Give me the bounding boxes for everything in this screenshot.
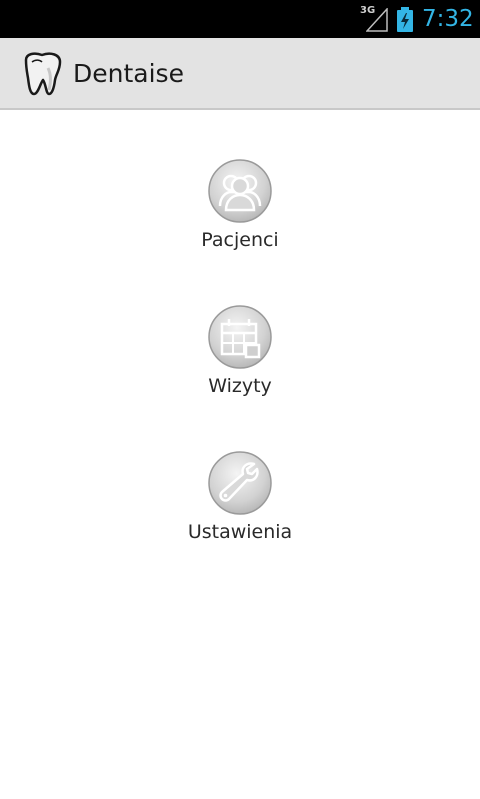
- network-indicator: 3G: [360, 6, 390, 32]
- battery-charging-icon: [397, 7, 413, 32]
- signal-strength-icon: [366, 8, 388, 32]
- action-bar: Dentaise: [0, 38, 480, 110]
- clock: 7:32: [422, 6, 474, 32]
- menu-item-label: Ustawienia: [187, 521, 293, 543]
- calendar-icon: [208, 305, 272, 369]
- tooth-icon[interactable]: [18, 50, 66, 98]
- menu-item-settings[interactable]: Ustawienia: [140, 450, 340, 560]
- wrench-icon: [208, 451, 272, 515]
- app-title: Dentaise: [73, 59, 184, 88]
- menu-item-visits[interactable]: Wizyty: [140, 304, 340, 414]
- menu-item-patients[interactable]: Pacjenci: [140, 158, 340, 268]
- status-bar: 3G 7:32: [0, 0, 480, 38]
- menu-item-label: Wizyty: [208, 375, 272, 397]
- menu-item-label: Pacjenci: [201, 229, 279, 251]
- patients-icon: [208, 159, 272, 223]
